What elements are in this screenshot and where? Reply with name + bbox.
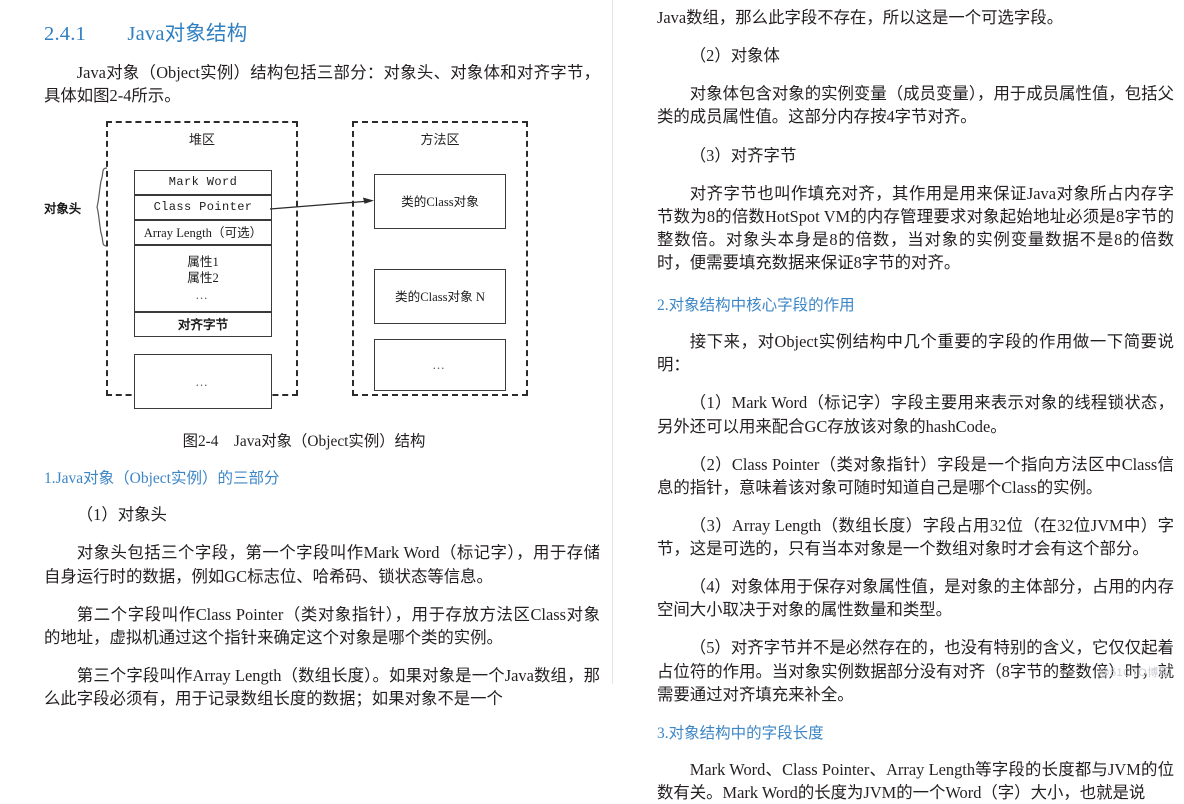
paragraph-object-header: 对象头包括三个字段，第一个字段叫作Mark Word（标记字），用于存储自身运行… bbox=[44, 543, 600, 586]
right-column: Java数组，那么此字段不存在，所以这是一个可选字段。 （2）对象体 对象体包含… bbox=[613, 0, 1184, 802]
figure-object-structure: 对象头 堆区 方法区 Mark Word Class Pointer Array… bbox=[44, 121, 564, 421]
field-description-class-pointer: （2）Class Pointer（类对象指针）字段是一个指向方法区中Class信… bbox=[657, 454, 1174, 497]
subheading-three-parts: 1.Java对象（Object实例）的三部分 bbox=[44, 470, 280, 488]
page-title: 2.4.1 Java对象结构 bbox=[44, 0, 600, 46]
method-area-region-label: 方法区 bbox=[420, 132, 460, 148]
paragraph-field-length: Mark Word、Class Pointer、Array Length等字段的… bbox=[657, 759, 1174, 802]
paragraph-padding-bytes: 对齐字节也叫作填充对齐，其作用是用来保证Java对象所占内存字节数为8的倍数Ho… bbox=[657, 183, 1174, 272]
figure-caption: 图2-4 Java对象（Object实例）结构 bbox=[182, 433, 426, 451]
paragraph-class-pointer: 第二个字段叫作Class Pointer（类对象指针），用于存放方法区Class… bbox=[44, 604, 600, 647]
paragraph-object-body: 对象体包含对象的实例变量（成员变量），用于成员属性值，包括父类的成员属性值。这部… bbox=[657, 84, 1174, 127]
object-header-label: 对象头 bbox=[44, 202, 82, 217]
field-description-mark-word: （1）Mark Word（标记字）字段主要用来表示对象的线程锁状态，另外还可以用… bbox=[657, 393, 1174, 436]
cell-class-object: 类的Class对象 bbox=[374, 174, 506, 230]
cell-padding-bytes: 对齐字节 bbox=[134, 312, 272, 338]
document-page: 2.4.1 Java对象结构 Java对象（Object实例）结构包括三部分：对… bbox=[0, 0, 1184, 802]
field-description-object-body: （4）对象体用于保存对象属性值，是对象的主体部分，占用的内存空间大小取决于对象的… bbox=[657, 577, 1174, 620]
item-title-object-header: （1）对象头 bbox=[76, 505, 167, 525]
paragraph-array-length-continued: Java数组，那么此字段不存在，所以这是一个可选字段。 bbox=[657, 8, 1064, 27]
cell-mark-word: Mark Word bbox=[134, 170, 272, 196]
cell-attribute-1: 属性1 bbox=[187, 254, 219, 269]
cell-attribute-2: 属性2 bbox=[187, 271, 219, 286]
cell-heap-ellipsis: … bbox=[134, 354, 272, 410]
cell-class-pointer: Class Pointer bbox=[134, 195, 272, 221]
intro-paragraph: Java对象（Object实例）结构包括三部分：对象头、对象体和对齐字节，具体如… bbox=[44, 63, 600, 106]
section-title-text: Java对象结构 bbox=[127, 23, 248, 45]
watermark: @51CTO博客 bbox=[1098, 667, 1170, 679]
subheading-field-length: 3.对象结构中的字段长度 bbox=[657, 724, 824, 742]
paragraph-fields-intro: 接下来，对Object实例结构中几个重要的字段的作用做一下简要说明： bbox=[657, 332, 1174, 375]
item-title-object-body: （2）对象体 bbox=[689, 46, 780, 66]
section-number: 2.4.1 bbox=[44, 23, 86, 45]
class-pointer-arrow-icon bbox=[269, 197, 374, 210]
cell-array-length: Array Length（可选） bbox=[134, 220, 272, 246]
cell-attribute-ellipsis: … bbox=[195, 288, 211, 303]
cell-method-ellipsis: … bbox=[374, 339, 506, 392]
field-description-padding: （5）对齐字节并不是必然存在的，也没有特别的含义，它仅仅起着占位符的作用。当对象… bbox=[657, 638, 1174, 704]
cell-class-object-n: 类的Class对象 N bbox=[374, 269, 506, 325]
item-title-padding-bytes: （3）对齐字节 bbox=[689, 145, 797, 165]
paragraph-array-length: 第三个字段叫作Array Length（数组长度）。如果对象是一个Java数组，… bbox=[44, 665, 600, 708]
subheading-core-fields: 2.对象结构中核心字段的作用 bbox=[657, 297, 855, 315]
cell-object-body: 属性1 属性2 … bbox=[134, 245, 272, 313]
field-description-array-length: （3）Array Length（数组长度）字段占用32位（在32位JVM中）字节… bbox=[657, 515, 1174, 558]
left-column: 2.4.1 Java对象结构 Java对象（Object实例）结构包括三部分：对… bbox=[0, 0, 612, 708]
heap-region-label: 堆区 bbox=[188, 132, 215, 148]
